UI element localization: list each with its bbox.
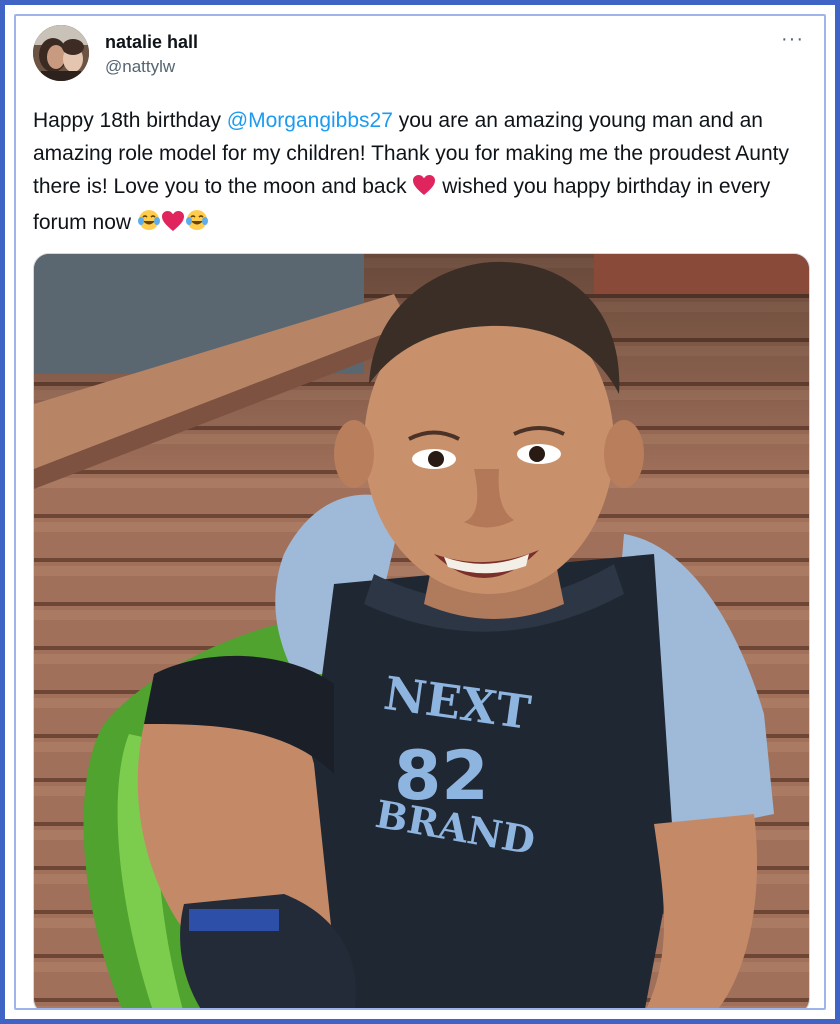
more-options-icon[interactable]: ··· bbox=[781, 29, 804, 49]
tweet-header: natalie hall @nattylw ··· bbox=[33, 25, 804, 85]
red-heart-icon bbox=[161, 209, 185, 242]
author-display-name[interactable]: natalie hall bbox=[105, 31, 198, 53]
avatar-photo bbox=[33, 25, 89, 81]
photo-illustration: NEXT 82 BRAND bbox=[34, 254, 809, 1008]
red-heart-icon bbox=[412, 173, 436, 206]
author-names: natalie hall @nattylw bbox=[105, 31, 198, 78]
tweet-text: Happy 18th birthday @Morgangibbs27 you a… bbox=[33, 104, 823, 242]
tears-of-joy-icon bbox=[137, 208, 161, 242]
tweet-photo[interactable]: NEXT 82 BRAND bbox=[33, 253, 810, 1008]
image-frame: natalie hall @nattylw ··· Happy 18th bir… bbox=[0, 0, 840, 1024]
tweet-text-part: Happy 18th birthday bbox=[33, 109, 227, 132]
author-handle[interactable]: @nattylw bbox=[105, 56, 198, 78]
avatar[interactable] bbox=[33, 25, 89, 81]
tweet-card: natalie hall @nattylw ··· Happy 18th bir… bbox=[14, 14, 826, 1010]
mention-link[interactable]: @Morgangibbs27 bbox=[227, 109, 393, 132]
tears-of-joy-icon bbox=[185, 208, 209, 242]
